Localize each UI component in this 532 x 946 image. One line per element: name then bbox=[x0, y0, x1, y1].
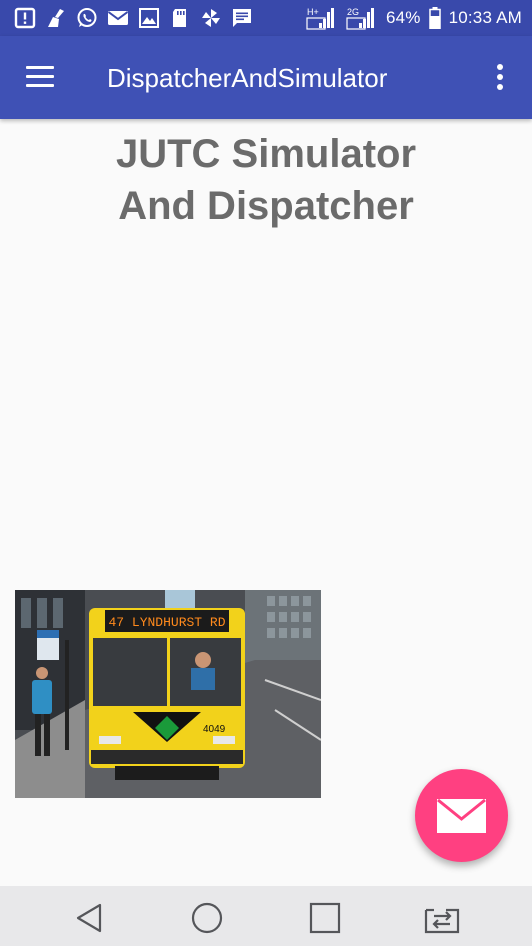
app-bar: DispatcherAndSimulator bbox=[0, 36, 532, 119]
battery-percent: 64% bbox=[385, 8, 421, 27]
app-title: DispatcherAndSimulator bbox=[107, 63, 388, 93]
recents-icon[interactable] bbox=[307, 900, 343, 936]
email-icon bbox=[107, 11, 129, 25]
status-bar: H+ 2G 64% 10:33 AM bbox=[0, 0, 532, 36]
page-heading: JUTC Simulator And Dispatcher bbox=[115, 132, 417, 228]
message-icon bbox=[233, 9, 251, 27]
alert-icon bbox=[14, 7, 36, 29]
clock: 10:33 AM bbox=[448, 8, 522, 27]
sd-card-icon bbox=[173, 9, 186, 27]
compose-email-fab[interactable] bbox=[415, 769, 508, 862]
fleet-number: 4049 bbox=[203, 724, 226, 735]
notification-icons bbox=[14, 7, 253, 29]
dual-window-icon[interactable] bbox=[424, 900, 460, 936]
whatsapp-icon bbox=[77, 8, 97, 27]
envelope-icon bbox=[437, 799, 486, 833]
destination-sign: 47 LYNDHURST RD bbox=[108, 615, 225, 630]
broom-icon bbox=[48, 9, 64, 27]
home-icon[interactable] bbox=[189, 900, 225, 936]
bus-image: 47 LYNDHURST RD 4049 bbox=[15, 590, 321, 798]
network-type-1: H+ bbox=[307, 7, 319, 17]
image-icon bbox=[139, 8, 159, 28]
pinwheel-icon bbox=[202, 9, 220, 27]
navigation-bar bbox=[0, 886, 532, 946]
more-vert-icon[interactable] bbox=[494, 64, 506, 92]
signal-h-plus-icon: H+ bbox=[306, 7, 334, 30]
network-type-2: 2G bbox=[347, 7, 359, 17]
back-icon[interactable] bbox=[72, 900, 108, 936]
hamburger-icon[interactable] bbox=[26, 66, 56, 88]
system-indicators: H+ 2G 64% 10:33 AM bbox=[306, 6, 522, 30]
battery-icon bbox=[428, 7, 441, 29]
signal-2g-icon: 2G bbox=[346, 7, 374, 30]
